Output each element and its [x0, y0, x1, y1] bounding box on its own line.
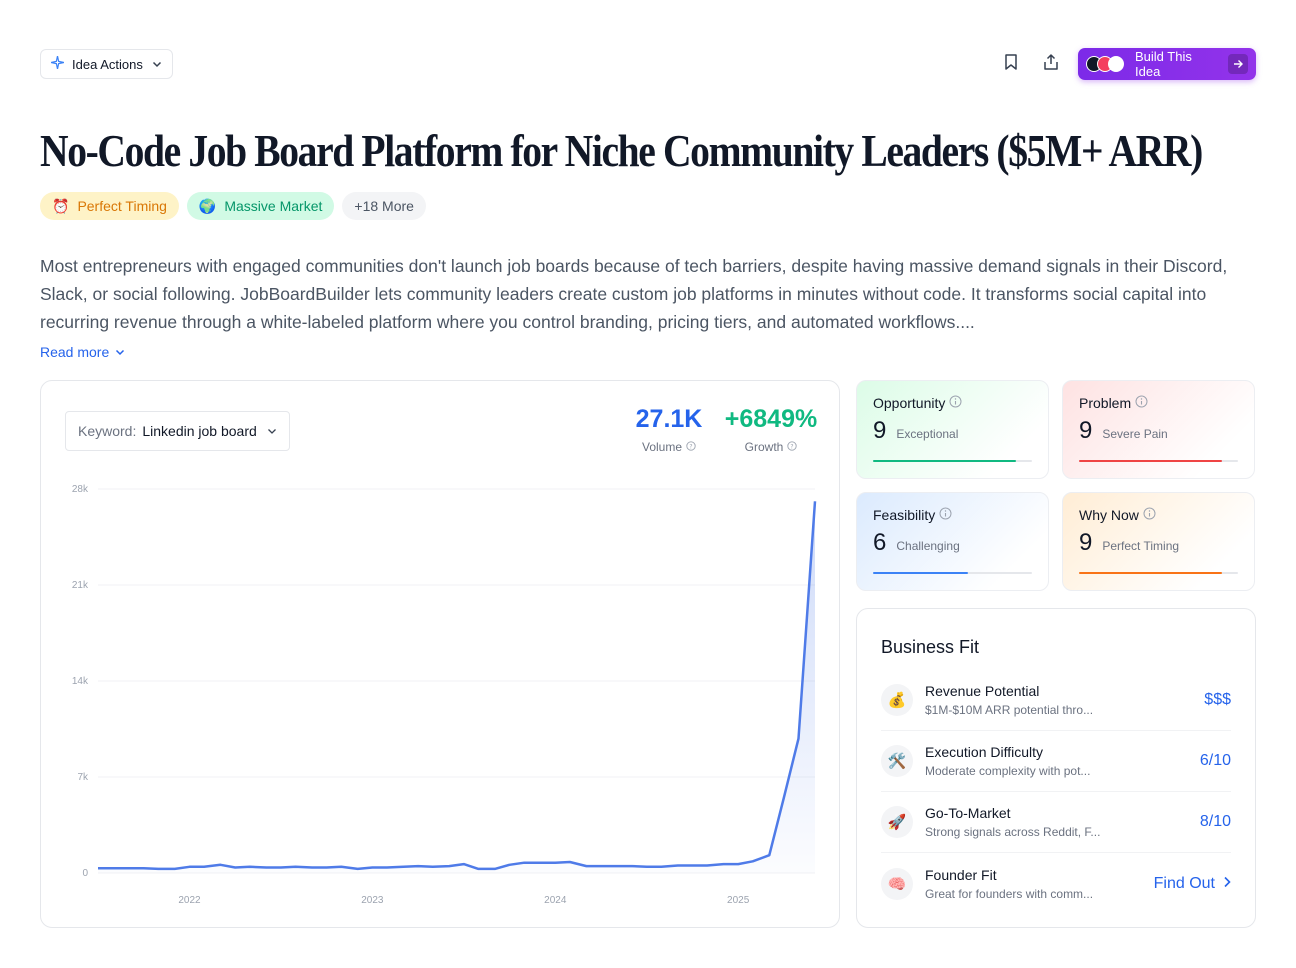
y-tick-label: 14k	[72, 676, 89, 687]
bookmark-icon	[1004, 53, 1018, 75]
score-bar-fill	[1079, 572, 1223, 574]
trend-chart-card: Keyword: Linkedin job board 27.1K Volume…	[40, 380, 840, 928]
business-fit-row-gtm[interactable]: 🚀 Go-To-Market Strong signals across Red…	[881, 792, 1231, 853]
money-bag-icon: 💰	[881, 684, 913, 716]
feasibility-card[interactable]: Feasibility 6 Challenging	[856, 492, 1049, 591]
score-label: Perfect Timing	[1102, 539, 1180, 553]
score-label: Challenging	[896, 539, 960, 553]
business-fit-title: Business Fit	[881, 637, 980, 657]
arrow-right-icon	[1228, 54, 1248, 74]
info-icon[interactable]	[939, 507, 952, 523]
y-tick-label: 21k	[72, 580, 89, 591]
score-value: 6	[873, 529, 887, 556]
find-out-link[interactable]: Find Out	[1154, 875, 1231, 893]
score-bar-fill	[1079, 460, 1223, 462]
business-fit-row-founder[interactable]: 🧠 Founder Fit Great for founders with co…	[881, 853, 1231, 914]
tag-label: Perfect Timing	[77, 198, 167, 214]
share-button[interactable]	[1038, 48, 1064, 80]
y-tick-label: 0	[82, 868, 88, 879]
bookmark-button[interactable]	[998, 48, 1024, 80]
business-fit-card: Business Fit 💰 Revenue Potential $1M-$10…	[856, 608, 1256, 928]
score-bar-fill	[873, 460, 1017, 462]
partner-logos	[1086, 56, 1124, 72]
brain-icon: 🧠	[881, 867, 913, 900]
alarm-clock-icon: ⏰	[52, 197, 70, 214]
tag-massive-market[interactable]: 🌍 Massive Market	[186, 192, 335, 220]
business-fit-desc: $1M-$10M ARR potential thro...	[925, 703, 1094, 717]
business-fit-desc: Great for founders with comm...	[925, 886, 1094, 901]
score-label: Severe Pain	[1102, 427, 1168, 441]
globe-icon: 🌍	[198, 197, 217, 214]
tools-icon: 🛠️	[881, 745, 913, 777]
info-icon[interactable]	[1135, 395, 1148, 411]
opportunity-card[interactable]: Opportunity 9 Exceptional	[856, 380, 1049, 479]
score-label: Exceptional	[896, 427, 959, 441]
series-line	[98, 501, 817, 871]
share-icon	[1043, 53, 1059, 75]
chevron-down-icon	[152, 57, 162, 72]
problem-card[interactable]: Problem 9 Severe Pain	[1062, 380, 1255, 479]
read-more-label: Read more	[40, 344, 110, 360]
score-title: Opportunity	[873, 395, 946, 411]
business-fit-name: Execution Difficulty	[925, 744, 1044, 760]
score-value: 9	[873, 417, 887, 444]
rocket-icon: 🚀	[881, 806, 913, 838]
series-area	[98, 501, 815, 873]
y-tick-label: 7k	[77, 772, 89, 783]
score-bar	[1079, 460, 1238, 462]
business-fit-name: Revenue Potential	[925, 683, 1040, 699]
build-label: Build This Idea	[1135, 49, 1192, 79]
build-this-idea-button[interactable]: Build This Idea	[1078, 48, 1256, 80]
business-fit-desc: Moderate complexity with pot...	[925, 764, 1091, 778]
score-title: Why Now	[1079, 507, 1139, 523]
info-icon[interactable]	[949, 395, 962, 411]
x-tick-label: 2025	[727, 895, 750, 906]
x-tick-label: 2022	[178, 895, 201, 906]
business-fit-value: 6/10	[1199, 752, 1231, 769]
score-bar-fill	[873, 572, 969, 574]
business-fit-name: Founder Fit	[925, 866, 997, 883]
chevron-right-icon	[1223, 875, 1231, 893]
tag-perfect-timing[interactable]: ⏰ Perfect Timing	[40, 192, 179, 220]
business-fit-row-revenue[interactable]: 💰 Revenue Potential $1M-$10M ARR potenti…	[881, 670, 1231, 731]
why-now-card[interactable]: Why Now 9 Perfect Timing	[1062, 492, 1255, 591]
score-bar	[873, 572, 1032, 574]
score-value: 9	[1079, 417, 1093, 444]
business-fit-value: Find Out	[1153, 874, 1215, 892]
sparkle-icon	[50, 55, 65, 72]
x-tick-label: 2023	[361, 895, 384, 906]
tag-list: ⏰ Perfect Timing 🌍 Massive Market +18 Mo…	[40, 192, 426, 220]
business-fit-name: Go-To-Market	[925, 805, 1011, 821]
trend-chart: 28k 21k 14k 7k 0 2022 2023 2024 2025	[72, 484, 817, 906]
business-fit-value: 8/10	[1199, 813, 1231, 830]
score-title: Feasibility	[873, 507, 936, 523]
chevron-down-icon	[115, 344, 125, 360]
idea-actions-label: Idea Actions	[72, 56, 143, 72]
score-value: 9	[1079, 529, 1093, 556]
business-fit-value: $$$	[1204, 691, 1231, 708]
score-title: Problem	[1079, 395, 1132, 411]
info-icon[interactable]	[1143, 507, 1156, 523]
tag-label: Massive Market	[224, 198, 323, 214]
read-more-link[interactable]: Read more	[40, 344, 125, 360]
tag-more-button[interactable]: +18 More	[342, 192, 426, 220]
business-fit-row-execution[interactable]: 🛠️ Execution Difficulty Moderate complex…	[881, 731, 1231, 792]
idea-description: Most entrepreneurs with engaged communit…	[40, 256, 1228, 332]
idea-actions-dropdown[interactable]: Idea Actions	[40, 49, 173, 79]
business-fit-desc: Strong signals across Reddit, F...	[925, 825, 1101, 839]
score-bar	[1079, 572, 1238, 574]
logo-icon	[1108, 56, 1124, 72]
page-title: No-Code Job Board Platform for Niche Com…	[40, 125, 1203, 176]
score-bar	[873, 460, 1032, 462]
y-tick-label: 28k	[72, 484, 89, 495]
x-tick-label: 2024	[544, 895, 567, 906]
tag-label: +18 More	[354, 198, 414, 214]
